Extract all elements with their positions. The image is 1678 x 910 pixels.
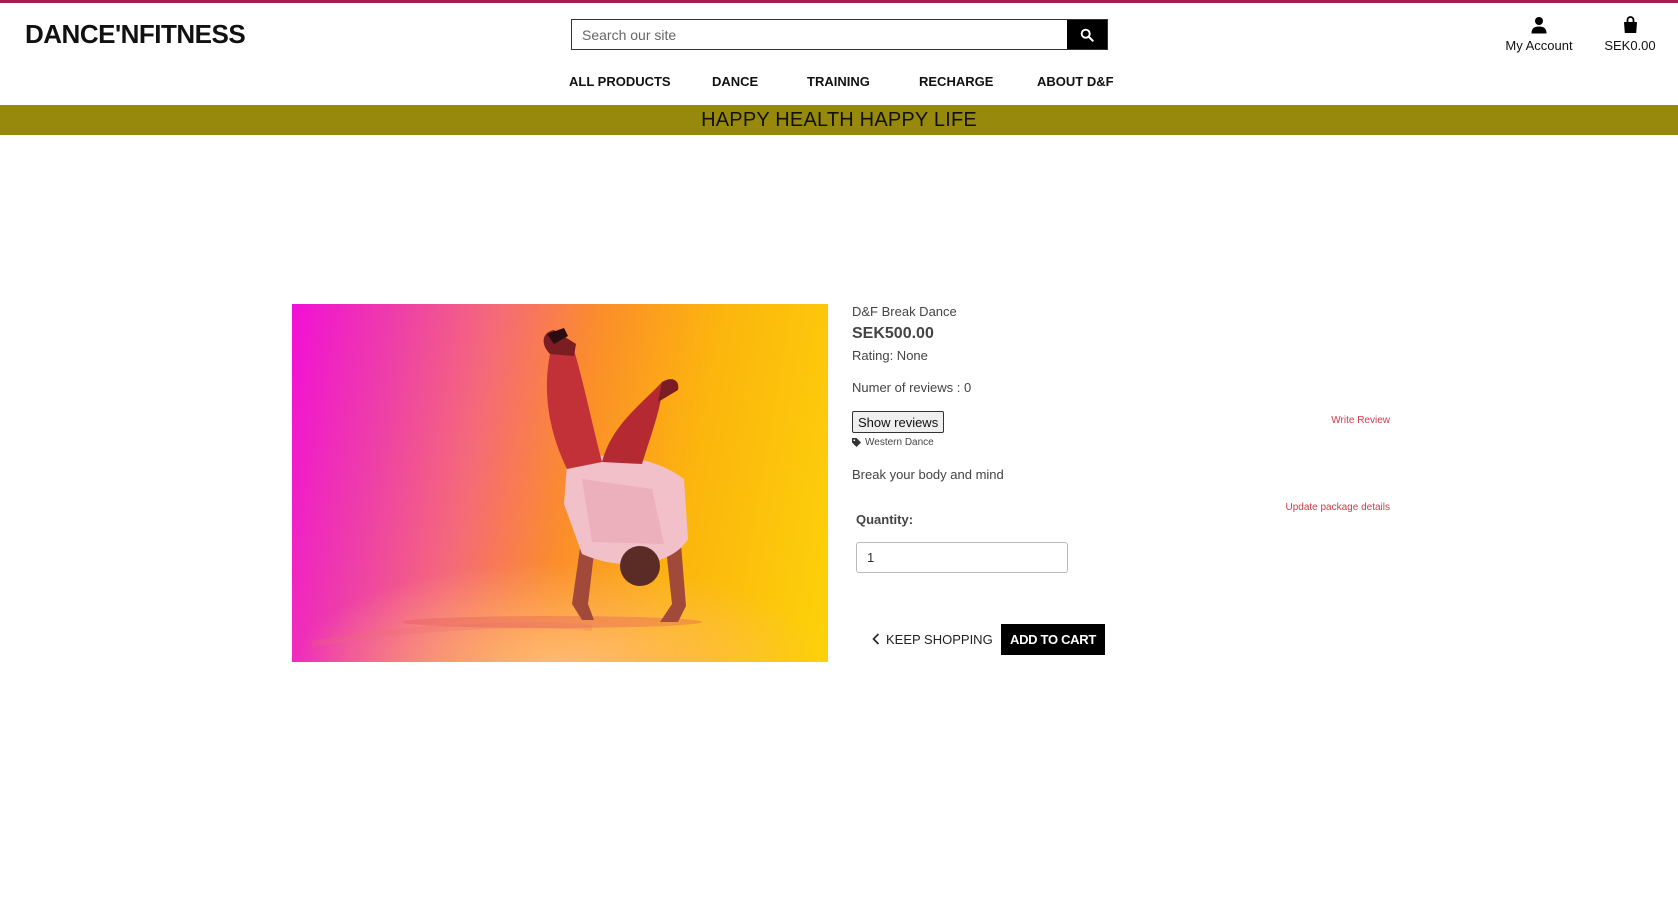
tag-icon (852, 438, 861, 447)
search-form (571, 19, 1108, 50)
nav-dance[interactable]: DANCE (712, 74, 807, 92)
review-count: Numer of reviews : 0 (852, 380, 972, 395)
category-tag[interactable]: Western Dance (852, 437, 934, 448)
nav-recharge[interactable]: RECHARGE (919, 74, 1037, 92)
nav-training[interactable]: TRAINING (807, 74, 919, 92)
main-nav: ALL PRODUCTS DANCE TRAINING RECHARGE ABO… (569, 74, 1114, 92)
cart-total: SEK0.00 (1604, 38, 1656, 53)
quantity-input[interactable] (856, 542, 1068, 573)
nav-about[interactable]: ABOUT D&F (1037, 74, 1114, 92)
my-account-link[interactable]: My Account (1500, 16, 1578, 53)
nav-all-products[interactable]: ALL PRODUCTS (569, 74, 712, 92)
banner-text: HAPPY HEALTH HAPPY LIFE (701, 108, 977, 131)
product-description: Break your body and mind (852, 467, 1004, 482)
search-input[interactable] (572, 20, 1067, 49)
chevron-left-icon (872, 633, 880, 645)
quantity-label: Quantity: (856, 512, 914, 527)
product-name: D&F Break Dance (852, 304, 957, 319)
add-to-cart-button[interactable]: ADD TO CART (1001, 624, 1105, 655)
keep-shopping-button[interactable]: KEEP SHOPPING (872, 624, 993, 654)
update-package-link[interactable]: Update package details (1285, 502, 1390, 513)
search-icon (1080, 28, 1094, 42)
keep-shopping-label: KEEP SHOPPING (886, 631, 993, 647)
show-reviews-button[interactable]: Show reviews (852, 411, 945, 433)
user-icon (1531, 17, 1547, 34)
brand-strip (0, 0, 1678, 3)
product-rating: Rating: None (852, 348, 928, 363)
write-review-link[interactable]: Write Review (1331, 415, 1390, 426)
cart-link[interactable]: SEK0.00 (1602, 16, 1658, 53)
search-button[interactable] (1067, 20, 1107, 49)
promo-banner: HAPPY HEALTH HAPPY LIFE (0, 105, 1678, 135)
my-account-label: My Account (1505, 38, 1573, 53)
product-image (292, 304, 828, 662)
break-dancer-image (311, 328, 702, 647)
product-price: SEK500.00 (852, 325, 934, 342)
site-logo[interactable]: DANCE'NFITNESS (25, 19, 246, 50)
shopping-bag-icon (1623, 16, 1637, 33)
category-tag-label: Western Dance (865, 437, 934, 448)
